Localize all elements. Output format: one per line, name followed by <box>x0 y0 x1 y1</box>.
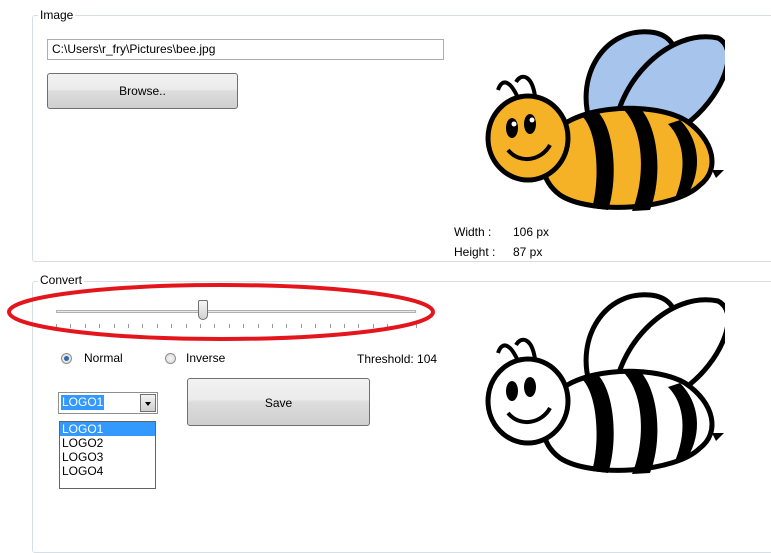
slider-tick <box>113 324 115 328</box>
slider-tick <box>257 324 259 328</box>
bee-head <box>485 93 571 183</box>
slider-tick <box>200 324 201 328</box>
slider-tick <box>99 324 101 328</box>
slider-tick <box>401 324 403 328</box>
slider-track <box>56 310 416 313</box>
slider-tick <box>128 324 129 328</box>
slider-tick <box>272 324 273 328</box>
slider-tick <box>70 324 72 328</box>
slider-tick <box>243 324 245 328</box>
logo-option[interactable]: LOGO4 <box>60 464 155 478</box>
slider-tick <box>56 324 57 328</box>
slider-tick <box>358 324 360 328</box>
radio-inverse-label[interactable]: Inverse <box>186 351 225 365</box>
slider-tick <box>214 324 216 328</box>
bee-eye-right <box>524 114 536 134</box>
slider-tick <box>315 324 317 328</box>
slider-tick <box>372 324 374 328</box>
bee-color-image <box>480 20 731 220</box>
image-path-input[interactable]: C:\Users\r_fry\Pictures\bee.jpg <box>47 39 444 60</box>
logo-option[interactable]: LOGO3 <box>60 450 155 464</box>
slider-tick <box>142 324 144 328</box>
bee-antenna-1 <box>496 80 520 99</box>
radio-inverse[interactable] <box>165 353 176 364</box>
logo-select[interactable]: LOGO1 <box>58 392 158 414</box>
slider-tick <box>329 324 331 328</box>
slider-tick <box>156 324 158 328</box>
image-group-title: Image <box>38 8 76 22</box>
radio-normal[interactable] <box>61 353 72 364</box>
height-label: Height : <box>454 245 496 259</box>
bee-eye-left <box>506 118 518 138</box>
logo-option[interactable]: LOGO2 <box>60 436 155 450</box>
logo-select-value: LOGO1 <box>61 395 105 410</box>
width-value: 106 px <box>513 225 550 239</box>
threshold-slider[interactable] <box>50 298 422 332</box>
slider-tick <box>171 324 173 328</box>
slider-tick <box>84 324 86 328</box>
logo-dropdown-list[interactable]: LOGO1 LOGO2 LOGO3 LOGO4 <box>59 421 156 489</box>
slider-tick <box>286 324 288 328</box>
convert-group-title: Convert <box>38 273 85 287</box>
chevron-down-icon[interactable] <box>140 394 156 412</box>
slider-tick <box>185 324 187 328</box>
slider-tick <box>416 324 417 328</box>
bee-stinger <box>712 170 724 178</box>
browse-button[interactable]: Browse.. <box>47 73 238 109</box>
radio-normal-label[interactable]: Normal <box>84 351 123 365</box>
slider-ticks <box>56 324 417 328</box>
threshold-label: Threshold: 104 <box>357 352 438 366</box>
slider-tick <box>228 324 230 328</box>
width-label: Width : <box>454 225 492 239</box>
slider-thumb[interactable] <box>197 300 208 320</box>
slider-tick <box>387 324 389 328</box>
height-value: 87 px <box>513 245 543 259</box>
slider-tick <box>344 324 345 328</box>
bee-threshold-preview <box>480 283 731 483</box>
save-button[interactable]: Save <box>187 378 370 426</box>
logo-option[interactable]: LOGO1 <box>60 422 155 436</box>
slider-tick <box>300 324 302 328</box>
bee-antenna-2 <box>514 74 537 97</box>
